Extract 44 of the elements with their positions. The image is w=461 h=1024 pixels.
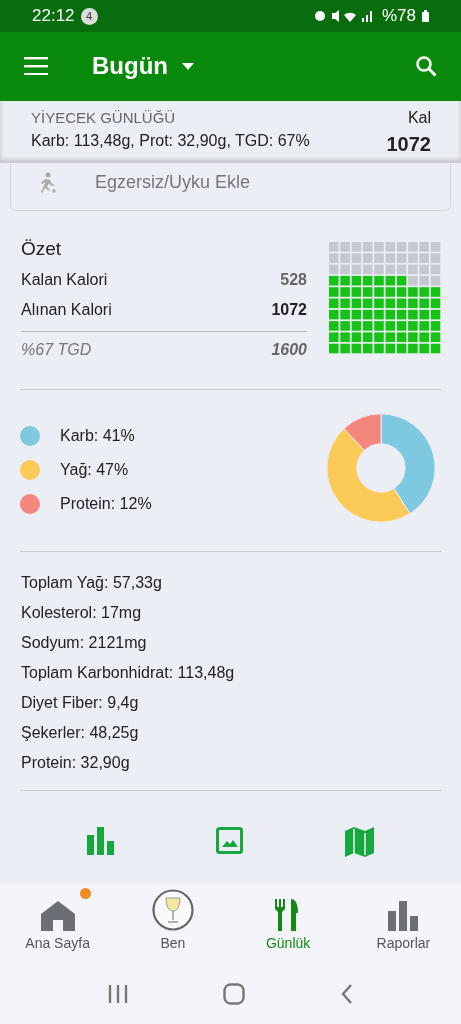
nav-tab[interactable]: Günlük [230,885,346,964]
nutrient-line: Protein: 32,90g [21,753,131,772]
notification-count-badge: 4 [80,7,98,25]
summary-title: Özet [21,237,63,260]
image-icon[interactable] [216,826,244,854]
nav-tab[interactable]: Ana Sayfa [0,885,116,964]
legend-label: Yağ: 47% [60,460,129,479]
legend-label: Protein: 12% [60,494,152,513]
date-dropdown[interactable]: Bugün [92,52,194,81]
menu-icon[interactable] [24,57,48,76]
nutrient-line: Kolesterol: 17mg [21,603,143,622]
bar-chart-icon [388,901,419,932]
summary-value: 1072 [271,300,307,319]
nav-tab[interactable]: Raporlar [345,885,461,964]
summary-value: 528 [280,270,307,289]
legend-label: Karb: 41% [60,426,135,445]
home-button-icon[interactable] [223,982,246,1005]
nutrient-line: Toplam Yağ: 57,33g [21,573,163,592]
summary-label: Alınan Kalori [21,300,112,319]
summary-label: Kalan Kalori [21,270,108,289]
home-icon [40,901,75,932]
map-icon[interactable] [345,826,375,857]
calorie-label: Kal [407,108,431,127]
log-title: YİYECEK GÜNLÜĞÜ [31,108,177,126]
calorie-total: 1072 [386,132,431,156]
nutrient-line: Diyet Fiber: 9,4g [21,693,140,712]
battery-icon [422,10,429,23]
exercise-card[interactable]: Egzersiz/Uyku Ekle [10,163,451,211]
bar-chart-icon[interactable] [86,826,115,855]
summary-value: 1600 [271,340,307,359]
status-time: 22:12 [32,6,75,27]
search-icon[interactable] [415,55,437,78]
nutrient-line: Sodyum: 2121mg [21,633,148,652]
battery-percent: %78 [381,6,416,27]
caret-icon [182,62,194,70]
back-icon[interactable] [341,983,354,1004]
nutrient-line: Şekerler: 48,25g [21,723,140,742]
recent-apps-icon[interactable] [107,984,128,1003]
summary-label: %67 TGD [21,340,92,359]
nav-tab[interactable]: Ben [115,885,231,964]
add-exercise-label: Egzersiz/Uyku Ekle [95,172,251,193]
wine-glass-avatar-icon [151,889,194,932]
nutrient-line: Toplam Karbonhidrat: 113,48g [21,663,236,682]
macro-summary: Karb: 113,48g, Prot: 32,90g, TGD: 67% [31,131,310,150]
